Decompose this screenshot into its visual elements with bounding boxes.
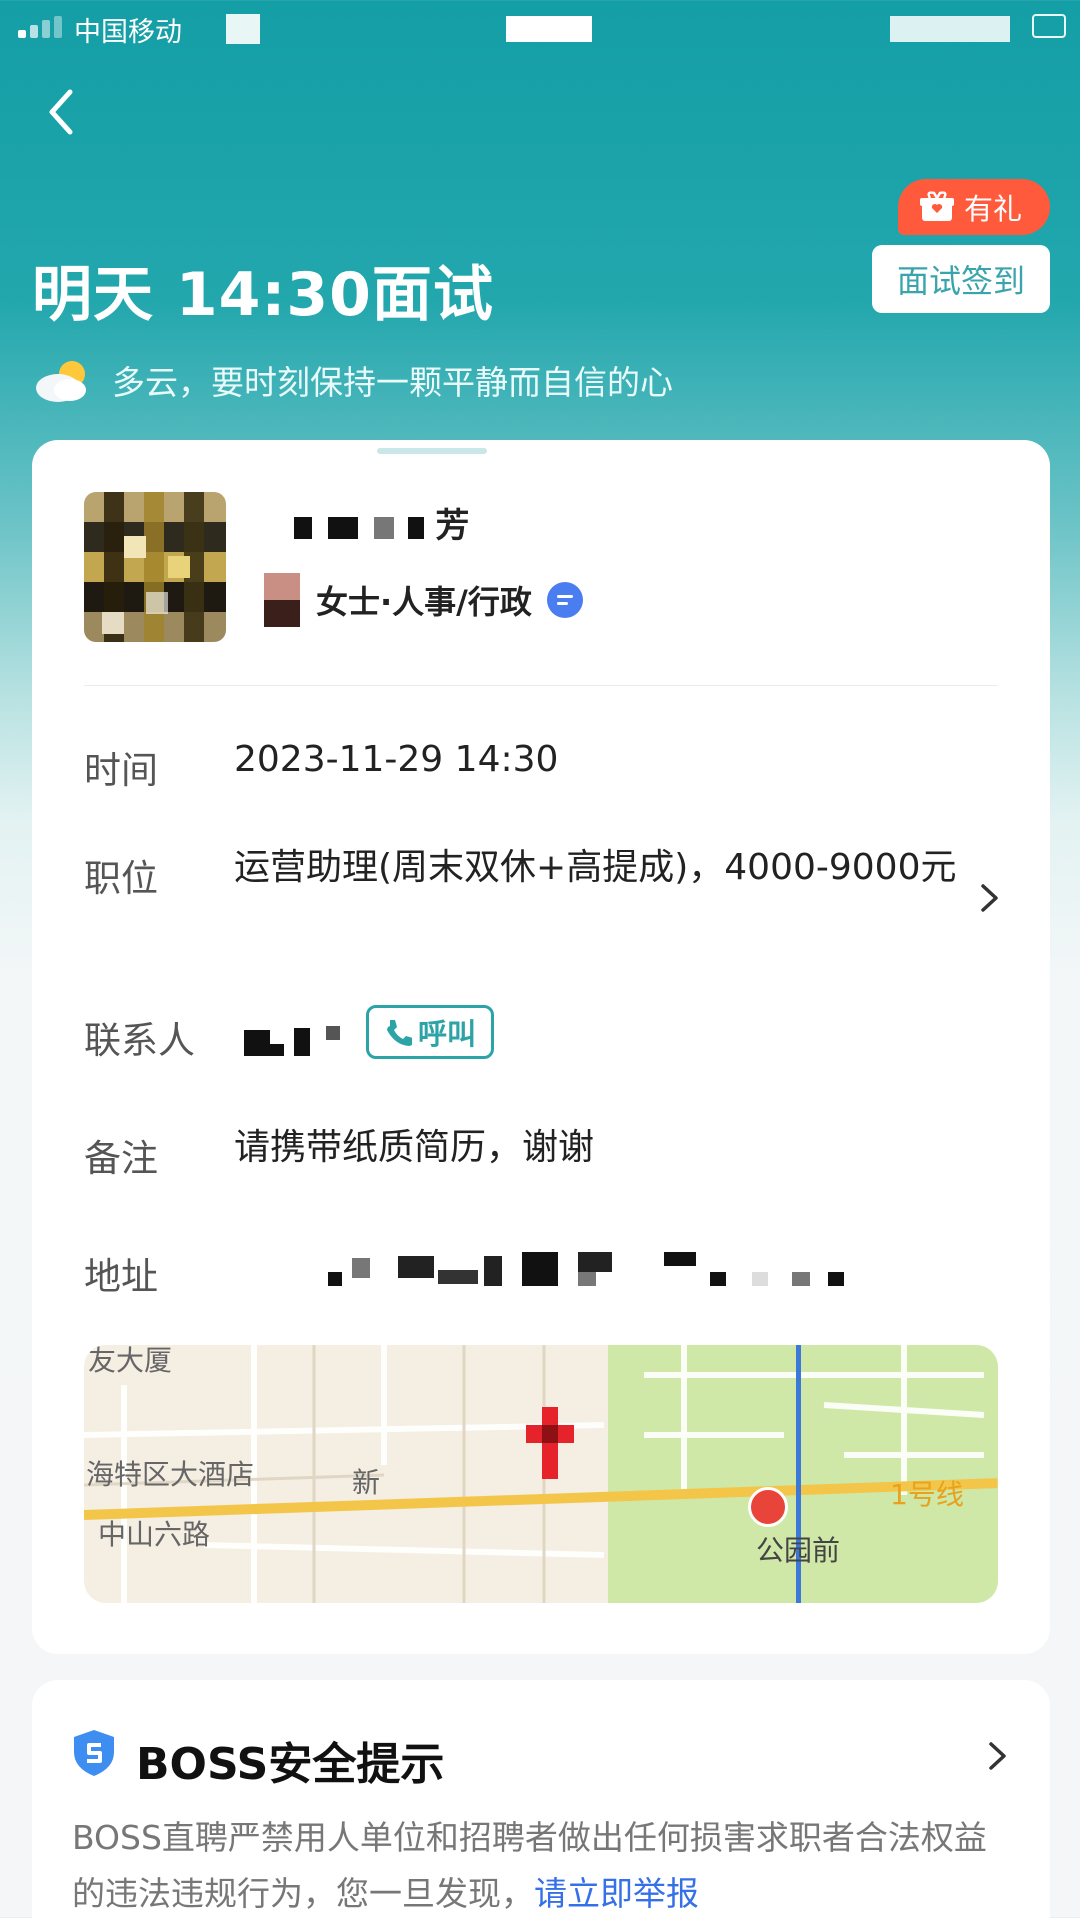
position-value[interactable]: 运营助理(周末双休+高提成)，4000-9000元 bbox=[234, 840, 1002, 896]
chat-icon[interactable] bbox=[546, 581, 584, 619]
card-divider bbox=[84, 685, 998, 686]
contact-label: 联系人 bbox=[84, 1019, 195, 1062]
status-clock-pixelated bbox=[506, 16, 592, 42]
gift-badge-label: 有礼 bbox=[964, 192, 1023, 226]
location-map[interactable]: 友大厦 海特区大酒店 中山六路 新 1号线 公园前 bbox=[84, 1345, 998, 1603]
map-label-new: 新 bbox=[352, 1466, 381, 1499]
back-arrow-icon bbox=[49, 89, 73, 135]
safety-chevron-icon[interactable] bbox=[986, 1736, 1010, 1776]
interviewer-avatar[interactable] bbox=[84, 492, 226, 642]
address-redaction bbox=[328, 1252, 888, 1292]
note-label: 备注 bbox=[84, 1137, 158, 1180]
gift-icon bbox=[920, 191, 954, 221]
phone-icon bbox=[386, 1020, 412, 1046]
page-title: 明天 14:30面试 bbox=[32, 260, 494, 330]
cloudy-weather-icon bbox=[36, 361, 86, 402]
name-redaction bbox=[294, 516, 312, 539]
safety-title: BOSS安全提示 bbox=[136, 1739, 445, 1790]
map-label-hotel: 海特区大酒店 bbox=[86, 1458, 255, 1491]
weather-text: 多云，要时刻保持一颗平静而自信的心 bbox=[112, 363, 673, 402]
status-pixelated bbox=[226, 14, 260, 44]
card-accent-line bbox=[377, 448, 487, 454]
map-label-building: 友大厦 bbox=[88, 1345, 173, 1377]
battery-icon bbox=[1032, 14, 1066, 38]
status-bar: 中国移动 bbox=[0, 0, 1080, 56]
map-label-station: 公园前 bbox=[756, 1534, 841, 1567]
call-button-label: 呼叫 bbox=[417, 1017, 476, 1051]
position-label: 职位 bbox=[84, 857, 158, 900]
note-value: 请携带纸质简历，谢谢 bbox=[234, 1127, 595, 1168]
title-redaction bbox=[264, 573, 300, 627]
interviewer-name-suffix: 芳 bbox=[435, 506, 470, 546]
address-label: 地址 bbox=[84, 1255, 158, 1298]
back-button[interactable] bbox=[40, 84, 84, 140]
location-pin-icon bbox=[526, 1407, 574, 1479]
safety-body: BOSS直聘严禁用人单位和招聘者做出任何损害求职者合法权益的违法违规行为，您一旦… bbox=[72, 1818, 987, 1913]
position-chevron-icon[interactable] bbox=[978, 878, 1002, 918]
time-label: 时间 bbox=[84, 749, 158, 792]
name-redaction bbox=[327, 516, 358, 539]
metro-station-icon bbox=[748, 1487, 788, 1527]
status-icons-pixelated bbox=[890, 16, 1010, 42]
weather-row: 多云，要时刻保持一颗平静而自信的心 bbox=[34, 354, 673, 406]
interviewer-title-row: 女士·人事/行政 bbox=[264, 568, 584, 632]
safety-text: BOSS直聘严禁用人单位和招聘者做出任何损害求职者合法权益的违法违规行为，您一旦… bbox=[72, 1810, 1012, 1918]
map-label-metro-line: 1号线 bbox=[890, 1478, 964, 1511]
name-redaction bbox=[373, 516, 394, 539]
time-value: 2023-11-29 14:30 bbox=[234, 739, 559, 780]
shield-icon bbox=[74, 1730, 114, 1776]
map-label-road: 中山六路 bbox=[98, 1518, 211, 1551]
signal-icon bbox=[18, 16, 64, 38]
name-redaction bbox=[407, 516, 424, 539]
gift-badge[interactable]: 有礼 bbox=[898, 179, 1050, 235]
report-link[interactable]: 请立即举报 bbox=[534, 1874, 699, 1913]
contact-name-redaction bbox=[244, 1022, 354, 1056]
safety-tips-card[interactable]: BOSS安全提示 BOSS直聘严禁用人单位和招聘者做出任何损害求职者合法权益的违… bbox=[32, 1680, 1050, 1918]
call-button[interactable]: 呼叫 bbox=[366, 1005, 494, 1059]
interviewer-title: 女士·人事/行政 bbox=[316, 583, 532, 621]
interviewer-name: 芳 bbox=[294, 498, 469, 546]
interview-checkin-button[interactable]: 面试签到 bbox=[872, 245, 1050, 313]
carrier-name: 中国移动 bbox=[74, 17, 182, 48]
interview-card: 芳 女士·人事/行政 时间 2023-11-29 14:30 职位 运营助理(周… bbox=[32, 440, 1050, 1654]
